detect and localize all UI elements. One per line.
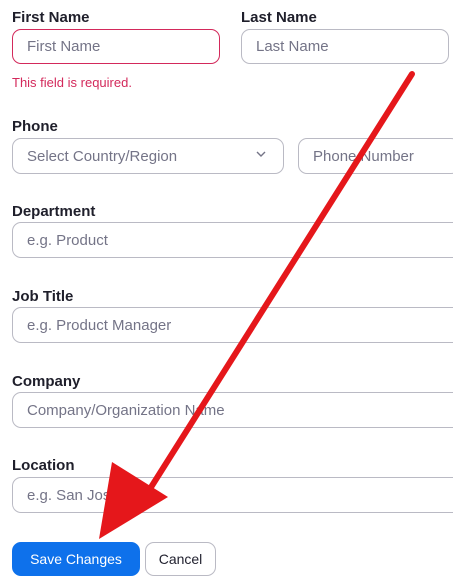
location-label: Location (12, 457, 75, 474)
job-title-label: Job Title (12, 288, 74, 305)
country-region-select[interactable]: Select Country/Region (12, 138, 284, 174)
first-name-placeholder: First Name (27, 38, 101, 55)
country-region-placeholder: Select Country/Region (27, 147, 178, 165)
phone-number-placeholder: Phone Number (313, 147, 414, 165)
first-name-error-message: This field is required. (12, 75, 132, 90)
chevron-down-icon (255, 148, 267, 163)
department-placeholder: e.g. Product (27, 231, 108, 249)
location-placeholder: e.g. San Jose (27, 486, 119, 504)
location-field[interactable]: e.g. San Jose (12, 477, 453, 513)
first-name-label: First Name (12, 9, 90, 26)
phone-label: Phone (12, 118, 58, 135)
first-name-field[interactable]: First Name (12, 29, 220, 64)
last-name-label: Last Name (241, 9, 317, 26)
company-placeholder: Company/Organization Name (27, 401, 225, 419)
job-title-placeholder: e.g. Product Manager (27, 316, 172, 334)
cancel-button[interactable]: Cancel (145, 542, 216, 576)
department-field[interactable]: e.g. Product (12, 222, 453, 258)
save-changes-button[interactable]: Save Changes (12, 542, 140, 576)
last-name-field[interactable]: Last Name (241, 29, 449, 64)
job-title-field[interactable]: e.g. Product Manager (12, 307, 453, 343)
last-name-placeholder: Last Name (256, 38, 329, 55)
company-field[interactable]: Company/Organization Name (12, 392, 453, 428)
department-label: Department (12, 203, 96, 220)
company-label: Company (12, 373, 81, 390)
phone-number-field[interactable]: Phone Number (298, 138, 453, 174)
